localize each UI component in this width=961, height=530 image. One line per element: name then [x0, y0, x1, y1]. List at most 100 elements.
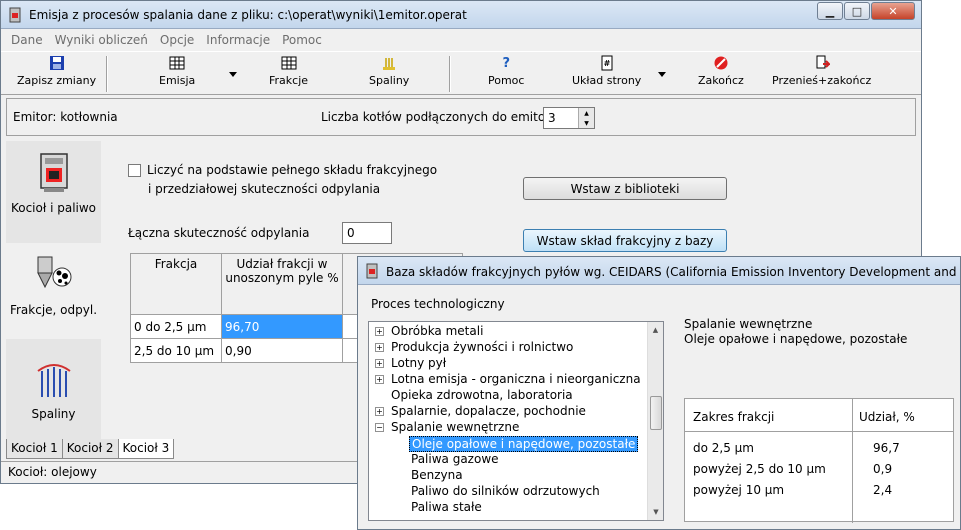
uklad-dropdown-arrow[interactable] — [658, 72, 666, 77]
tree-item[interactable]: + Lotny pył — [369, 356, 649, 372]
spin-up-button[interactable]: ▲ — [579, 108, 594, 118]
laczna-skutecznosc-label: Łączna skuteczność odpylania — [128, 226, 310, 240]
sklad-table: Zakres frakcji Udział, % do 2,5 µm 96,7 … — [684, 398, 954, 523]
save-button[interactable]: Zapisz zmiany — [17, 55, 96, 93]
scroll-up-icon[interactable]: ▲ — [648, 322, 663, 338]
tree-item[interactable]: Oleje opałowe i napędowe, pozostałe — [369, 436, 649, 452]
grid-cell-frakcja[interactable]: 0 do 2,5 µm — [130, 314, 222, 339]
przenies-zakoncz-button[interactable]: Przenieś+zakończ — [772, 55, 871, 93]
menu-informacje[interactable]: Informacje — [200, 30, 276, 50]
sidebar-item-spaliny[interactable]: Spaliny — [6, 347, 101, 443]
table-icon — [281, 56, 297, 70]
cell-udzial: 0,9 — [873, 462, 893, 476]
transfer-exit-icon — [816, 55, 830, 69]
spin-down-button[interactable]: ▼ — [579, 118, 594, 128]
tab-kociol-1[interactable]: Kocioł 1 — [6, 439, 63, 459]
spaliny-button[interactable]: Spaliny — [369, 55, 409, 93]
header-zakres: Zakres frakcji — [693, 410, 775, 424]
selected-category: Spalanie wewnętrzne — [684, 317, 813, 331]
grid-header-udzial: Udział frakcji w unoszonym pyle % — [221, 253, 343, 315]
title-bar: Emisja z procesów spalania dane z pliku:… — [1, 1, 921, 29]
maximize-button[interactable]: □ — [844, 2, 870, 20]
wstaw-z-bazy-button[interactable]: Wstaw skład frakcyjny z bazy — [523, 229, 727, 252]
tree-item[interactable]: Paliwa gazowe — [369, 452, 649, 468]
toolbar: Zapisz zmiany Emisja Frakcje Spaliny ? P… — [1, 51, 921, 95]
sidebar-item-frakcje[interactable]: Frakcje, odpyl. — [6, 243, 101, 339]
proces-tree[interactable]: ▲ ▼ + Obróbka metali + Produkcja żywności i… — [368, 321, 664, 521]
pomoc-button[interactable]: ? Pomoc — [488, 55, 524, 93]
header-udzial: Udział, % — [859, 410, 915, 424]
frakcje-label: Frakcje — [269, 74, 309, 87]
svg-text:#: # — [603, 59, 610, 68]
tree-item[interactable]: + Obróbka metali — [369, 324, 649, 340]
tree-item-label: Oleje opałowe i napędowe, pozostałe — [409, 436, 639, 452]
expand-icon[interactable]: + — [375, 343, 384, 352]
tree-item[interactable]: + Spalarnie, dopalacze, pochodnie — [369, 404, 649, 420]
menu-pomoc[interactable]: Pomoc — [276, 30, 328, 50]
tree-item-label: Spalanie wewnętrzne — [391, 420, 520, 434]
cell-zakres: powyżej 10 µm — [693, 483, 785, 497]
tree-item[interactable]: Opieka zdrowotna, laboratoria — [369, 388, 649, 404]
tree-item[interactable]: Paliwo do silników odrzutowych — [369, 484, 649, 500]
table-row: powyżej 10 µm 2,4 — [685, 483, 953, 503]
sidebar-frakcje-label: Frakcje, odpyl. — [9, 303, 98, 317]
laczna-skutecznosc-input[interactable]: 0 — [342, 222, 392, 244]
tree-item-label: Spalarnie, dopalacze, pochodnie — [391, 404, 586, 418]
tab-kociol-3[interactable]: Kocioł 3 — [117, 439, 175, 459]
emisja-dropdown-arrow[interactable] — [229, 72, 237, 77]
scroll-thumb[interactable] — [650, 396, 662, 430]
table-icon — [169, 56, 185, 70]
collapse-icon[interactable]: − — [375, 423, 384, 432]
expand-icon[interactable]: + — [375, 407, 384, 416]
uklad-strony-button[interactable]: # Układ strony — [572, 55, 641, 93]
grid-cell-frakcja[interactable]: 2,5 do 10 µm — [130, 338, 222, 363]
expand-icon[interactable]: + — [375, 327, 384, 336]
emisja-button[interactable]: Emisja — [159, 55, 195, 93]
pomoc-label: Pomoc — [488, 74, 525, 87]
dialog-title: Baza składów frakcyjnych pyłów wg. CEIDA… — [386, 265, 958, 279]
tree-item[interactable]: − Spalanie wewnętrzne — [369, 420, 649, 436]
expand-icon[interactable]: + — [375, 359, 384, 368]
tree-item-label: Lotny pył — [391, 356, 447, 370]
boiler-icon — [39, 153, 68, 192]
app-icon — [366, 263, 378, 279]
tab-kociol-2[interactable]: Kocioł 2 — [61, 439, 119, 459]
menu-bar: Dane Wyniki obliczeń Opcje Informacje Po… — [1, 30, 921, 50]
page-layout-icon: # — [601, 55, 613, 71]
tree-scrollbar[interactable]: ▲ ▼ — [647, 322, 663, 520]
wstaw-z-bazy-label: Wstaw skład frakcyjny z bazy — [536, 233, 714, 248]
proces-label: Proces technologiczny — [371, 297, 505, 311]
tree-item-label: Lotna emisja - organiczna i nieorganiczn… — [391, 372, 641, 386]
tree-item[interactable]: Paliwa stałe — [369, 500, 649, 516]
close-button[interactable]: ✕ — [871, 2, 915, 20]
ceidars-dialog: Baza składów frakcyjnych pyłów wg. CEIDA… — [357, 256, 961, 530]
expand-icon[interactable]: + — [375, 375, 384, 384]
save-label: Zapisz zmiany — [17, 74, 97, 87]
pelny-sklad-checkbox-row[interactable]: Liczyć na podstawie pełnego składu frakc… — [128, 163, 437, 177]
tree-item-label: Paliwa gazowe — [411, 452, 499, 466]
grid-header-frakcja: Frakcja — [130, 253, 222, 315]
tree-item[interactable]: Benzyna — [369, 468, 649, 484]
dust-filter-icon — [36, 256, 71, 289]
uklad-strony-label: Układ strony — [572, 74, 642, 87]
sidebar-item-kociol[interactable]: Kocioł i paliwo — [6, 141, 101, 237]
pelny-sklad-label-line2: i przedziałowej skuteczności odpylania — [148, 182, 381, 196]
minimize-button[interactable]: ▁ — [817, 2, 843, 20]
cell-zakres: do 2,5 µm — [693, 441, 754, 455]
maximize-icon: □ — [851, 4, 863, 18]
minimize-icon: ▁ — [825, 4, 835, 18]
frakcje-button[interactable]: Frakcje — [269, 55, 308, 93]
zakoncz-button[interactable]: Zakończ — [698, 55, 744, 93]
tree-item[interactable]: + Produkcja żywności i rolnictwo — [369, 340, 649, 356]
pelny-sklad-checkbox[interactable] — [128, 163, 141, 177]
menu-opcje[interactable]: Opcje — [154, 30, 200, 50]
menu-dane[interactable]: Dane — [5, 30, 49, 50]
scroll-down-icon[interactable]: ▼ — [648, 504, 663, 520]
tree-item[interactable]: + Lotna emisja - organiczna i nieorganicz… — [369, 372, 649, 388]
tree-item-label: Obróbka metali — [391, 324, 484, 338]
liczba-kotlow-spinner[interactable]: 3 ▲ ▼ — [543, 107, 595, 129]
wstaw-z-biblioteki-button[interactable]: Wstaw z biblioteki — [523, 177, 727, 200]
menu-wyniki[interactable]: Wyniki obliczeń — [49, 30, 154, 50]
grid-cell-udzial[interactable]: 0,90 — [221, 338, 343, 363]
grid-cell-udzial[interactable]: 96,70 — [221, 314, 343, 339]
